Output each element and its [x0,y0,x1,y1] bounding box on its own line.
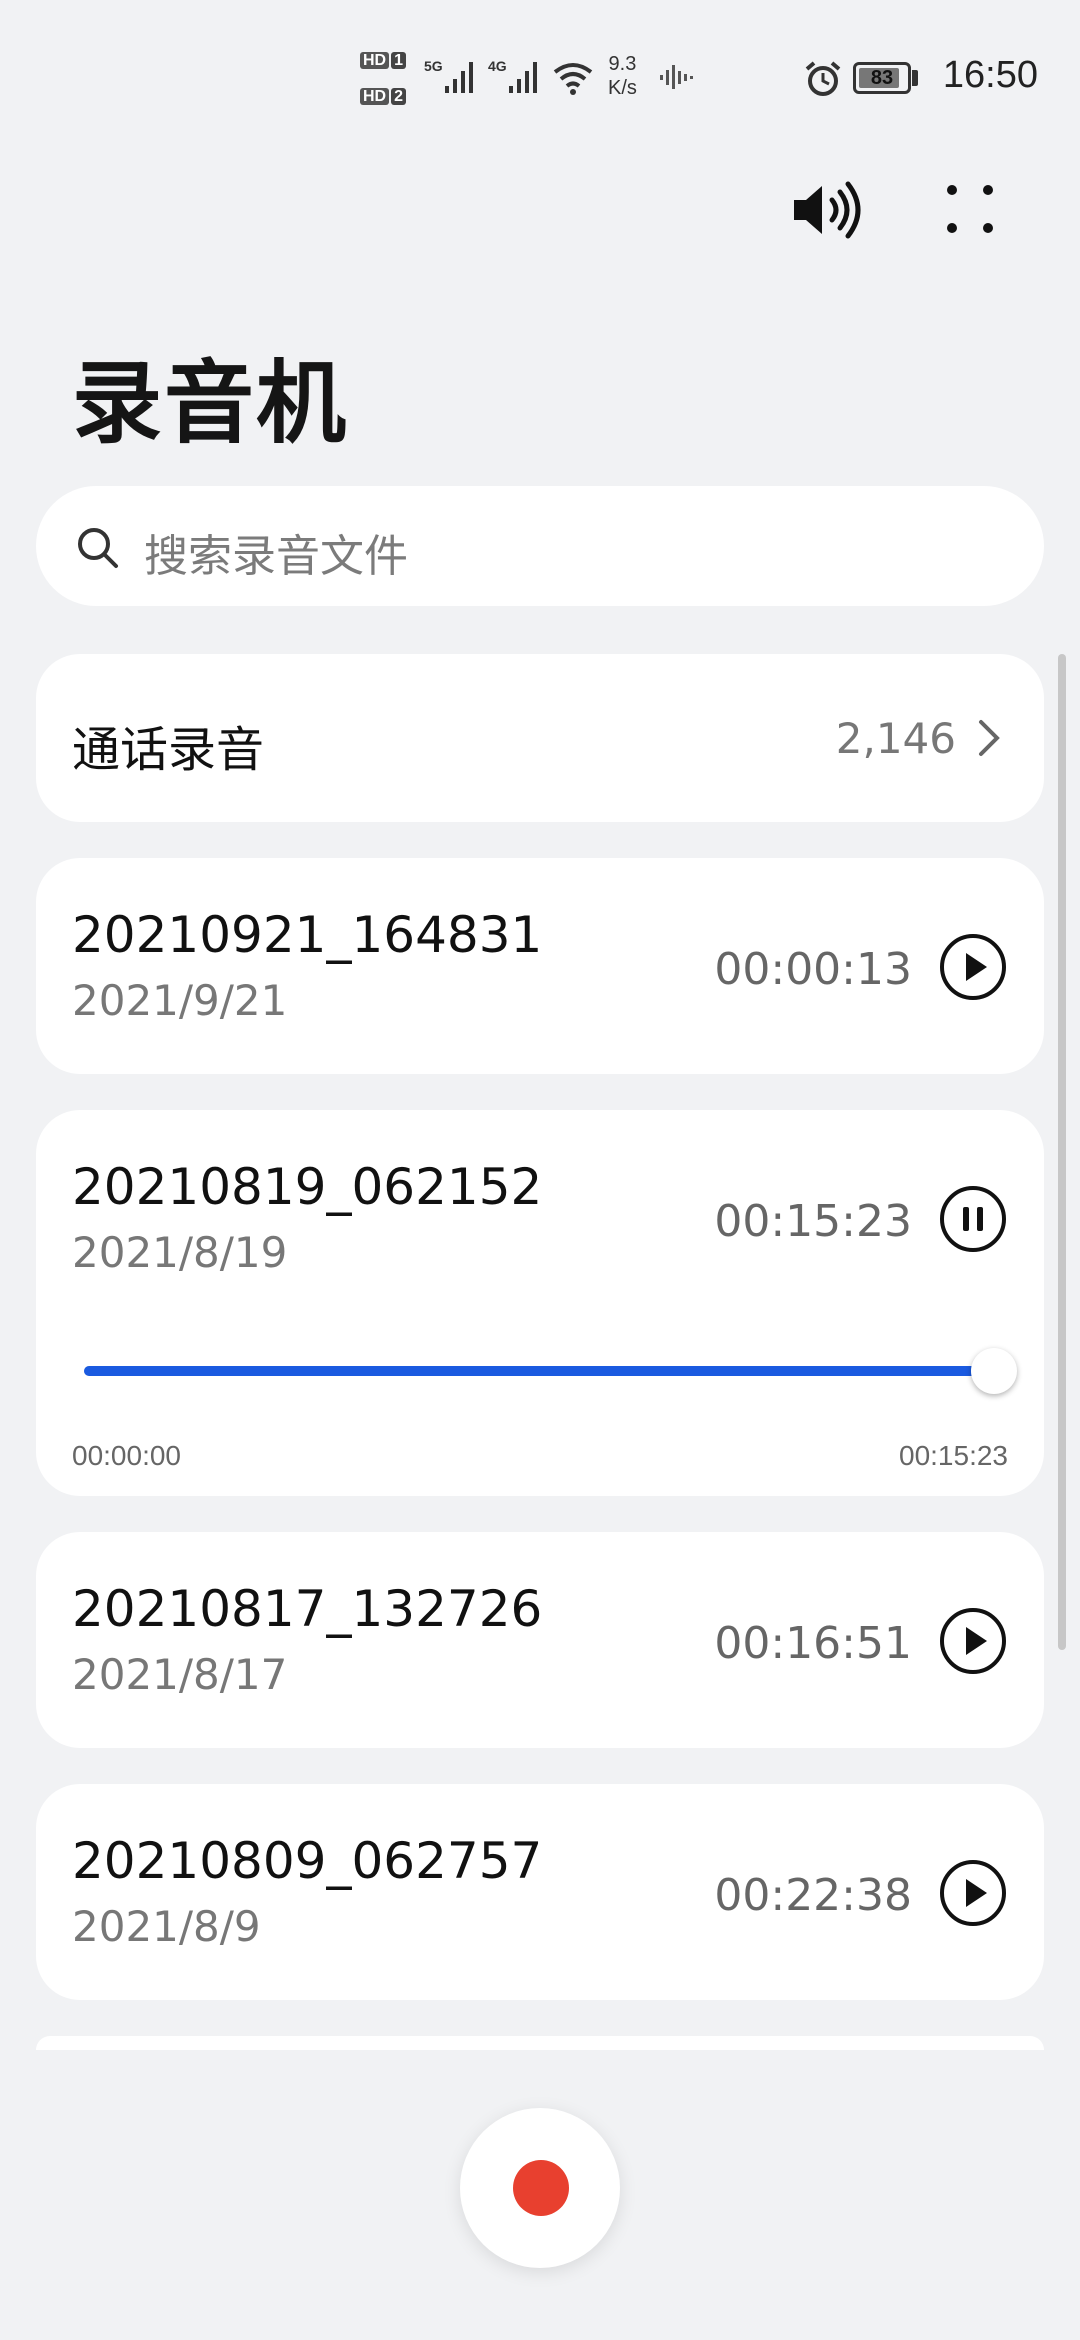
pause-button[interactable] [940,1186,1006,1252]
battery-icon: 83 [853,62,911,94]
play-button[interactable] [940,1860,1006,1926]
audio-wave-icon [660,65,693,89]
alarm-icon [805,61,841,96]
speaker-icon[interactable] [790,180,866,240]
play-button[interactable] [940,934,1006,1000]
current-time: 00:00:00 [72,1440,181,1471]
battery-tip [912,70,918,86]
recording-date: 2021/9/21 [72,976,288,1025]
recording-name: 20210809_062757 [72,1832,543,1890]
call-recordings-count: 2,146 [835,714,956,763]
pause-icon [963,1207,983,1231]
recording-name: 20210817_132726 [72,1580,543,1638]
search-icon [78,528,118,568]
play-icon [966,1879,987,1907]
signal-icon [509,62,537,93]
recording-duration: 00:00:13 [714,944,912,995]
progress-track[interactable] [84,1366,994,1376]
recording-item-expanded[interactable]: 20210819_062152 2021/8/19 00:15:23 00:00… [36,1110,1044,1496]
scrollbar[interactable] [1058,654,1066,1650]
chevron-right-icon [979,720,1000,756]
call-recordings-row[interactable]: 通话录音 2,146 [36,654,1044,822]
recording-duration: 00:22:38 [714,1870,912,1921]
total-time: 00:15:23 [899,1440,1008,1471]
progress-thumb[interactable] [971,1348,1017,1394]
recording-item[interactable]: 20210809_062757 2021/8/9 00:22:38 [36,1784,1044,2000]
network-speed: 9.3 K/s [608,53,637,99]
list-item-partial[interactable] [36,2036,1044,2050]
record-dot-icon [513,2160,569,2216]
progress-fill [84,1366,994,1376]
recording-duration: 00:15:23 [714,1196,912,1247]
hd2-badge: HD 2 [360,86,407,107]
play-button[interactable] [940,1608,1006,1674]
recording-name: 20210819_062152 [72,1158,543,1216]
network-4g-label: 4G [488,58,507,74]
recording-date: 2021/8/9 [72,1902,261,1951]
search-input[interactable]: 搜索录音文件 [144,520,408,584]
more-options-button[interactable] [940,180,1000,240]
network-5g-label: 5G [424,58,443,74]
clock: 16:50 [942,54,1038,96]
play-icon [966,1627,987,1655]
hd1-badge: HD 1 [360,50,407,71]
recording-duration: 00:16:51 [714,1618,912,1669]
call-recordings-label: 通话录音 [72,722,265,778]
recording-name: 20210921_164831 [72,906,543,964]
wifi-icon [553,63,593,95]
play-icon [966,953,987,981]
recording-item[interactable]: 20210817_132726 2021/8/17 00:16:51 [36,1532,1044,1748]
status-bar: HD 1 HD 2 5G 4G 9.3 K/s 83 16:50 [0,0,1080,150]
recording-date: 2021/8/19 [72,1228,288,1277]
page-title: 录音机 [72,351,348,456]
signal-icon [445,62,473,93]
more-dots-icon [947,185,993,233]
recording-date: 2021/8/17 [72,1650,288,1699]
recording-item[interactable]: 20210921_164831 2021/9/21 00:00:13 [36,858,1044,1074]
